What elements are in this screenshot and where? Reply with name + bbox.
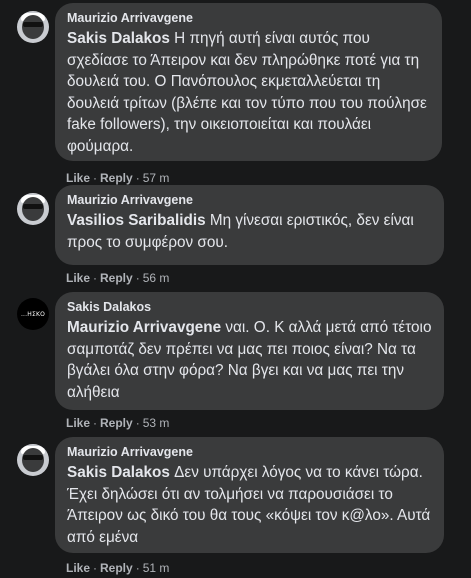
comment-actions: Like · Reply · 56 m — [66, 270, 169, 286]
mention-link[interactable]: Maurizio Arrivavgene — [67, 319, 221, 336]
comment-actions: Like · Reply · 53 m — [66, 415, 169, 431]
separator-dot: · — [93, 171, 98, 185]
avatar-face — [22, 15, 44, 39]
comment-text: Maurizio Arrivavgene ναι. Ο. Κ αλλά μετά… — [67, 317, 432, 403]
comment-text: Sakis Dalakos Η πηγή αυτή είναι αυτός πο… — [67, 28, 430, 157]
separator-dot: · — [93, 271, 98, 285]
avatar-logo-text: ...ΗΣΚΟ — [20, 310, 46, 318]
comment-text: Vasilios Saribalidis Μη γίνεσαι εριστικό… — [67, 210, 432, 253]
separator-dot: · — [135, 271, 140, 285]
avatar[interactable] — [17, 444, 49, 476]
comment-author[interactable]: Maurizio Arrivavgene — [67, 444, 432, 461]
avatar-face — [22, 448, 44, 472]
comment-bubble: Maurizio Arrivavgene Vasilios Saribalidi… — [55, 185, 444, 265]
comment-actions: Like · Reply · 51 m — [66, 560, 169, 576]
comment-text: Sakis Dalakos Δεν υπάρχει λόγος να το κά… — [67, 462, 432, 548]
separator-dot: · — [135, 171, 140, 185]
reply-button[interactable]: Reply — [100, 416, 133, 430]
reply-button[interactable]: Reply — [100, 171, 133, 185]
timestamp[interactable]: 57 m — [143, 171, 170, 185]
comment-bubble: Maurizio Arrivavgene Sakis Dalakos Η πηγ… — [55, 3, 442, 161]
avatar-face — [22, 197, 44, 221]
like-button[interactable]: Like — [66, 416, 90, 430]
mention-link[interactable]: Sakis Dalakos — [67, 464, 170, 481]
timestamp[interactable]: 56 m — [143, 271, 170, 285]
like-button[interactable]: Like — [66, 171, 90, 185]
timestamp[interactable]: 51 m — [143, 561, 170, 575]
comment-body: Η πηγή αυτή είναι αυτός που σχεδίασε το … — [67, 30, 427, 155]
like-button[interactable]: Like — [66, 561, 90, 575]
reply-button[interactable]: Reply — [100, 271, 133, 285]
comment-author[interactable]: Sakis Dalakos — [67, 299, 432, 316]
comment-actions: Like · Reply · 57 m — [66, 170, 169, 186]
separator-dot: · — [93, 416, 98, 430]
comment-bubble: Maurizio Arrivavgene Sakis Dalakos Δεν υ… — [55, 437, 444, 553]
mention-link[interactable]: Vasilios Saribalidis — [67, 212, 206, 229]
like-button[interactable]: Like — [66, 271, 90, 285]
timestamp[interactable]: 53 m — [143, 416, 170, 430]
comment-author[interactable]: Maurizio Arrivavgene — [67, 10, 430, 27]
avatar[interactable]: ...ΗΣΚΟ — [17, 298, 49, 330]
avatar[interactable] — [17, 193, 49, 225]
avatar-glasses — [23, 204, 43, 209]
avatar-glasses — [23, 455, 43, 460]
comment-author[interactable]: Maurizio Arrivavgene — [67, 192, 432, 209]
separator-dot: · — [135, 416, 140, 430]
comment-bubble: Sakis Dalakos Maurizio Arrivavgene ναι. … — [55, 292, 444, 410]
avatar[interactable] — [17, 11, 49, 43]
separator-dot: · — [93, 561, 98, 575]
avatar-glasses — [23, 22, 43, 27]
separator-dot: · — [135, 561, 140, 575]
reply-button[interactable]: Reply — [100, 561, 133, 575]
mention-link[interactable]: Sakis Dalakos — [67, 30, 170, 47]
